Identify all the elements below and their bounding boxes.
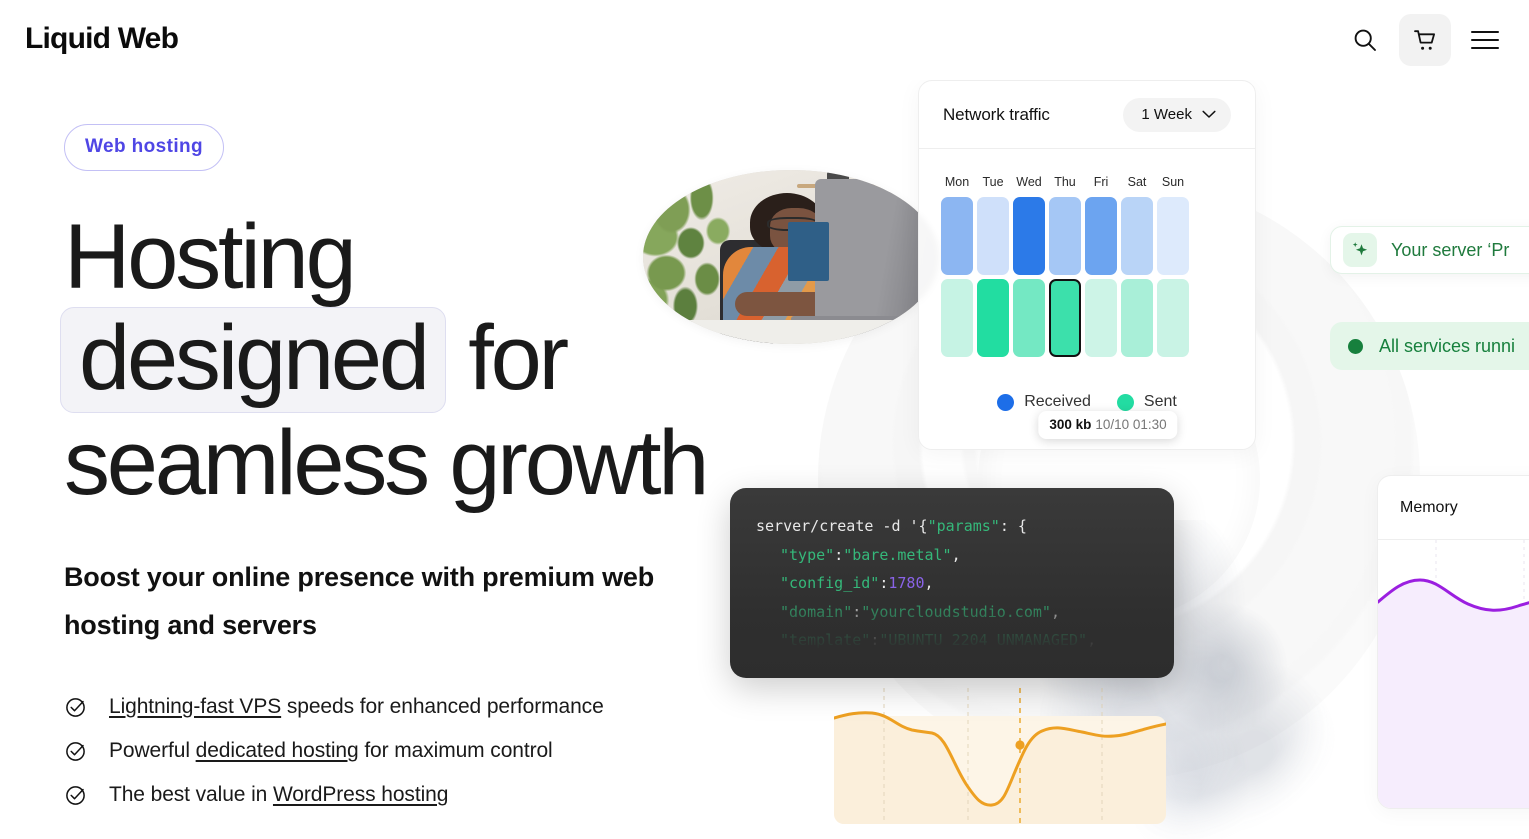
axis-tick: Sat <box>1127 175 1147 189</box>
heatmap-cell[interactable] <box>1013 279 1045 357</box>
search-icon <box>1352 27 1378 53</box>
site-header: Liquid Web <box>0 0 1529 80</box>
time-range-dropdown[interactable]: 1 Week <box>1123 97 1231 132</box>
menu-button[interactable] <box>1459 14 1511 66</box>
headline-line-2-rest: for <box>445 307 569 409</box>
chart-legend: Received Sent <box>939 393 1235 411</box>
legend-dot-received <box>997 393 1015 411</box>
page-title: Hosting designed for seamless growth <box>60 206 824 514</box>
tooltip-timestamp: 10/10 01:30 <box>1095 417 1167 432</box>
feature-list: Lightning-fast VPS speeds for enhanced p… <box>64 685 824 817</box>
terminal-code-block[interactable]: server/create -d '{"params": { "type":"b… <box>730 488 1174 655</box>
network-traffic-card: Network traffic 1 Week Mon Tue Wed Thu F… <box>918 80 1256 450</box>
feature-text: Lightning-fast VPS speeds for enhanced p… <box>109 685 604 729</box>
services-status-toast[interactable]: All services runni <box>1330 322 1529 370</box>
cart-icon <box>1412 27 1439 54</box>
day-axis-labels: Mon Tue Wed Thu Fri Sat Sun <box>939 175 1235 189</box>
network-chart-body: Mon Tue Wed Thu Fri Sat Sun 300 kb 10/10… <box>919 149 1255 439</box>
legend-label: Sent <box>1143 393 1177 410</box>
sent-row <box>939 279 1235 357</box>
check-circle-icon <box>64 695 88 719</box>
memory-card: Memory <box>1377 475 1529 809</box>
headline-line-1: Hosting <box>64 206 357 308</box>
tooltip-value: 300 kb <box>1049 417 1092 432</box>
heatmap-cell[interactable] <box>1085 279 1117 357</box>
heatmap-cell[interactable] <box>1157 279 1189 357</box>
list-item: The best value in WordPress hosting <box>64 773 824 817</box>
search-button[interactable] <box>1339 14 1391 66</box>
hero-subheading: Boost your online presence with premium … <box>64 562 655 640</box>
headline-line-3: seamless growth <box>64 412 709 514</box>
time-range-value: 1 Week <box>1141 105 1192 123</box>
heatmap-cell[interactable] <box>977 197 1009 275</box>
feature-pre: Powerful <box>109 739 196 762</box>
chevron-down-icon <box>1202 110 1216 119</box>
check-circle-icon <box>64 739 88 763</box>
feature-rest: for maximum control <box>358 739 553 762</box>
legend-item-received[interactable]: Received <box>997 393 1091 411</box>
chart-tooltip: 300 kb 10/10 01:30 <box>1038 411 1178 439</box>
code-line: "domain":"yourcloudstudio.com", <box>780 602 1060 621</box>
memory-card-title: Memory <box>1400 498 1458 516</box>
code-line: "template":"UBUNTU_2204_UNMANAGED", <box>780 631 1097 649</box>
header-actions <box>1339 14 1511 66</box>
heatmap-cell-selected[interactable] <box>1049 279 1081 357</box>
heatmap-cell[interactable] <box>1085 197 1117 275</box>
heatmap-cell[interactable] <box>941 197 973 275</box>
hamburger-menu-icon <box>1471 31 1499 49</box>
heatmap-cell[interactable] <box>977 279 1009 357</box>
axis-tick: Fri <box>1093 175 1109 189</box>
server-notification-toast[interactable]: Your server ‘Pr <box>1330 226 1529 274</box>
heatmap-cell[interactable] <box>941 279 973 357</box>
chart-data-point <box>1015 740 1025 750</box>
notification-text: Your server ‘Pr <box>1391 239 1510 260</box>
headline-highlight: designed <box>60 307 446 413</box>
code-line: "config_id":1780, <box>780 574 934 592</box>
list-item: Powerful dedicated hosting for maximum c… <box>64 729 824 773</box>
heatmap-cell[interactable] <box>1013 197 1045 275</box>
landing-page: Liquid Web Web hosting Hosting designed … <box>0 0 1529 839</box>
legend-item-sent[interactable]: Sent <box>1116 393 1177 411</box>
memory-card-header: Memory <box>1378 476 1529 540</box>
heatmap-cell[interactable] <box>1049 197 1081 275</box>
axis-tick: Tue <box>982 175 1004 189</box>
heatmap-cell[interactable] <box>1121 279 1153 357</box>
feature-pre: The best value in <box>109 783 273 806</box>
heatmap-cell[interactable] <box>1121 197 1153 275</box>
axis-tick: Sun <box>1161 175 1185 189</box>
hero-content: Web hosting Hosting designed for seamles… <box>60 124 824 817</box>
code-line: "type":"bare.metal", <box>780 545 961 564</box>
network-card-title: Network traffic <box>943 104 1050 124</box>
feature-link[interactable]: dedicated hosting <box>196 739 359 762</box>
feature-rest: speeds for enhanced performance <box>281 695 604 718</box>
feature-text: The best value in WordPress hosting <box>109 773 448 817</box>
sparkle-icon <box>1343 233 1377 267</box>
cart-button[interactable] <box>1399 14 1451 66</box>
brand-logo[interactable]: Liquid Web <box>25 24 179 54</box>
feature-text: Powerful dedicated hosting for maximum c… <box>109 729 553 773</box>
status-dot-icon <box>1348 338 1363 354</box>
code-line: server/create -d '{"params": { <box>756 517 1027 535</box>
legend-dot-sent <box>1116 393 1134 411</box>
list-item: Lightning-fast VPS speeds for enhanced p… <box>64 685 824 729</box>
code-terminal-card: server/create -d '{"params": { "type":"b… <box>730 488 1174 678</box>
received-row <box>939 197 1235 275</box>
notification-text: All services runni <box>1379 335 1516 356</box>
axis-tick: Thu <box>1054 175 1076 189</box>
axis-tick: Mon <box>944 175 970 189</box>
feature-link[interactable]: Lightning-fast VPS <box>109 695 281 718</box>
check-circle-icon <box>64 783 88 807</box>
memory-area-chart <box>1378 540 1529 808</box>
feature-link[interactable]: WordPress hosting <box>273 783 448 806</box>
bandwidth-area-chart <box>834 688 1166 839</box>
axis-tick: Wed <box>1016 175 1042 189</box>
legend-label: Received <box>1024 393 1091 410</box>
heatmap-cell[interactable] <box>1157 197 1189 275</box>
category-badge[interactable]: Web hosting <box>64 124 225 171</box>
network-card-header: Network traffic 1 Week <box>919 81 1255 149</box>
